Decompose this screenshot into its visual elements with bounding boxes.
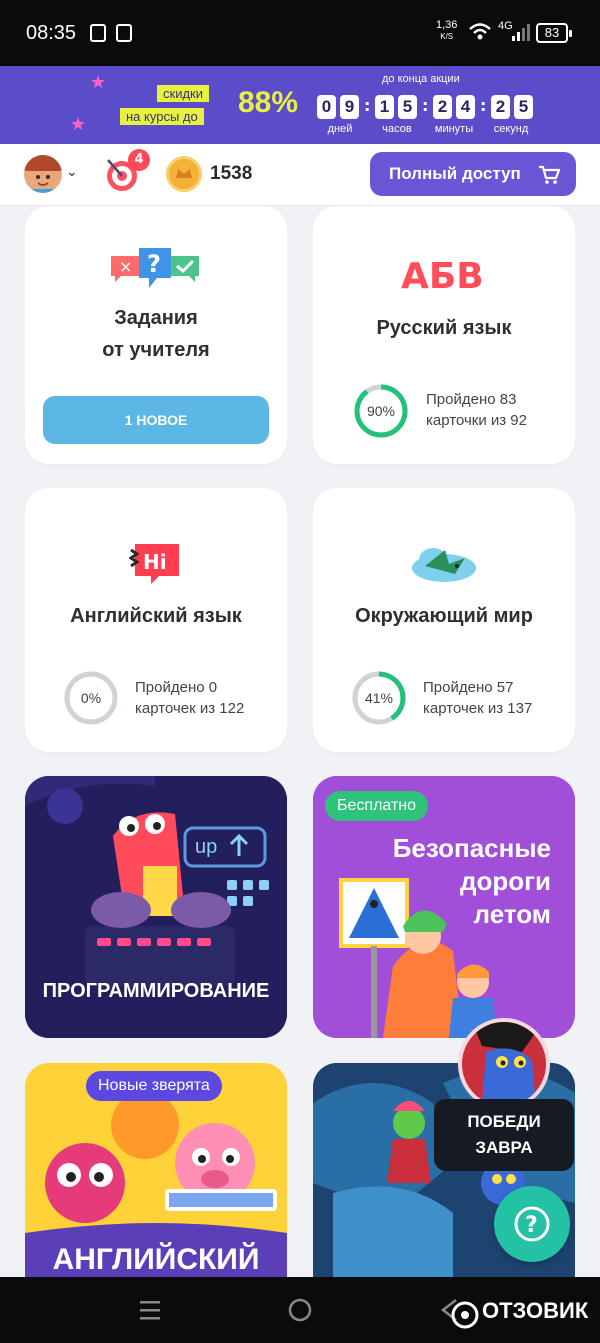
countdown-digit: 2: [433, 95, 452, 119]
countdown-unit-minutes: минуты: [434, 123, 474, 135]
quiz-bubbles-icon: × ?: [111, 248, 199, 288]
countdown-colon: :: [422, 96, 429, 115]
countdown-digit: 1: [375, 95, 394, 119]
dino-avatar[interactable]: [458, 1018, 550, 1110]
home-icon[interactable]: [287, 1297, 313, 1323]
teacher-tasks-card[interactable]: × ? Задания от учителя 1 НОВОЕ: [25, 206, 287, 464]
otzovik-logo-icon: [451, 1301, 479, 1329]
star-icon: ★: [90, 72, 107, 93]
progress-ring: 41%: [351, 670, 407, 726]
card-title: Русский язык: [376, 317, 512, 339]
svg-text:АБВ: АБВ: [401, 256, 484, 294]
recent-apps-icon[interactable]: [138, 1299, 162, 1321]
promo-tag-line1: скидки: [157, 85, 209, 102]
dino-face-icon: [472, 1022, 536, 1106]
child-face-icon: [32, 175, 54, 193]
countdown-digit: 9: [340, 95, 359, 119]
countdown-digit: 0: [317, 95, 336, 119]
world-around-card[interactable]: Окружающий мир 41% Пройдено 57 карточек …: [313, 488, 575, 752]
defeat-dino-button[interactable]: ПОБЕДИ ЗАВРА: [434, 1099, 574, 1171]
avatar[interactable]: [24, 155, 62, 193]
svg-text:×: ×: [119, 257, 132, 276]
progress-percent: 90%: [366, 403, 396, 419]
progress-percent: 41%: [364, 690, 394, 706]
course-title: Безопасные дороги летом: [392, 833, 551, 929]
progress-percent: 0%: [80, 690, 102, 706]
clock: 08:35: [26, 22, 77, 44]
russian-language-card[interactable]: АБВ Русский язык 90% Пройдено 83 карточк…: [313, 206, 575, 464]
countdown-digit: 4: [456, 95, 475, 119]
question-icon: ?: [514, 1206, 550, 1242]
hi-bubble-icon: Hi: [129, 544, 179, 584]
safe-roads-card[interactable]: Бесплатно Безопасные дороги летом: [313, 776, 575, 1038]
app-notification-icon: [90, 24, 106, 42]
network-speed: 1,36 K/S: [436, 19, 458, 42]
chevron-down-icon[interactable]: ⌄: [66, 164, 78, 180]
progress-ring: 90%: [353, 383, 409, 439]
countdown-digit: 2: [491, 95, 510, 119]
status-bar: 08:35 1,36 K/S 4G 83: [0, 0, 600, 66]
svg-text:?: ?: [147, 250, 161, 278]
countdown-unit-hours: часов: [382, 123, 412, 135]
countdown-unit-days: дней: [327, 123, 353, 135]
wifi-icon: [469, 23, 491, 40]
countdown-digit: 5: [514, 95, 533, 119]
english-language-card[interactable]: Hi Английский язык 0% Пройдено 0 карточе…: [25, 488, 287, 752]
svg-text:?: ?: [525, 1213, 538, 1238]
free-badge: Бесплатно: [325, 791, 429, 821]
card-title: Английский язык: [70, 605, 242, 627]
new-animals-badge: Новые зверята: [86, 1071, 222, 1101]
watermark: ОТЗОВИК: [482, 1298, 589, 1323]
card-title: Окружающий мир: [355, 605, 533, 627]
help-button[interactable]: ?: [494, 1186, 570, 1262]
coin-count: 1538: [210, 163, 253, 184]
star-icon: ★: [70, 114, 87, 135]
new-animals-card[interactable]: Новые зверята АНГЛИЙСКИЙ: [25, 1063, 287, 1277]
up-sign-label: up: [195, 836, 218, 858]
top-nav: ⌄ 4 1538 Полный доступ: [0, 144, 600, 206]
progress-text: Пройдено 83 карточки из 92: [426, 391, 527, 429]
full-access-label: Полный доступ: [389, 164, 521, 183]
countdown-digit: 5: [398, 95, 417, 119]
svg-text:Hi: Hi: [143, 550, 167, 574]
coin-icon: [166, 156, 202, 192]
countdown-unit-seconds: секунд: [493, 123, 529, 135]
full-access-button[interactable]: Полный доступ: [370, 152, 576, 196]
signal-icon: [512, 24, 530, 41]
cart-icon: [539, 165, 560, 184]
notification-badge: 4: [128, 149, 150, 171]
course-title: АНГЛИЙСКИЙ: [52, 1243, 260, 1276]
progress-ring: 0%: [63, 670, 119, 726]
countdown-colon: :: [364, 96, 371, 115]
programming-course-card[interactable]: up ПРОГРАММИРОВАНИЕ: [25, 776, 287, 1038]
promo-tag-line2: на курсы до: [120, 108, 204, 125]
card-title: Задания от учителя: [102, 307, 210, 361]
promo-percent: 88%: [238, 86, 299, 119]
download-notification-icon: [116, 24, 132, 42]
course-title: ПРОГРАММИРОВАНИЕ: [42, 980, 270, 1002]
countdown-colon: :: [480, 96, 487, 115]
abv-logo-icon: АБВ: [401, 256, 484, 294]
bird-cloud-icon: [412, 548, 476, 582]
progress-text: Пройдено 57 карточек из 137: [423, 679, 533, 717]
new-tasks-button[interactable]: 1 НОВОЕ: [43, 396, 269, 444]
battery-icon: 83: [536, 23, 572, 43]
progress-text: Пройдено 0 карточек из 122: [135, 679, 245, 717]
promo-until-label: до конца акции: [382, 73, 460, 85]
